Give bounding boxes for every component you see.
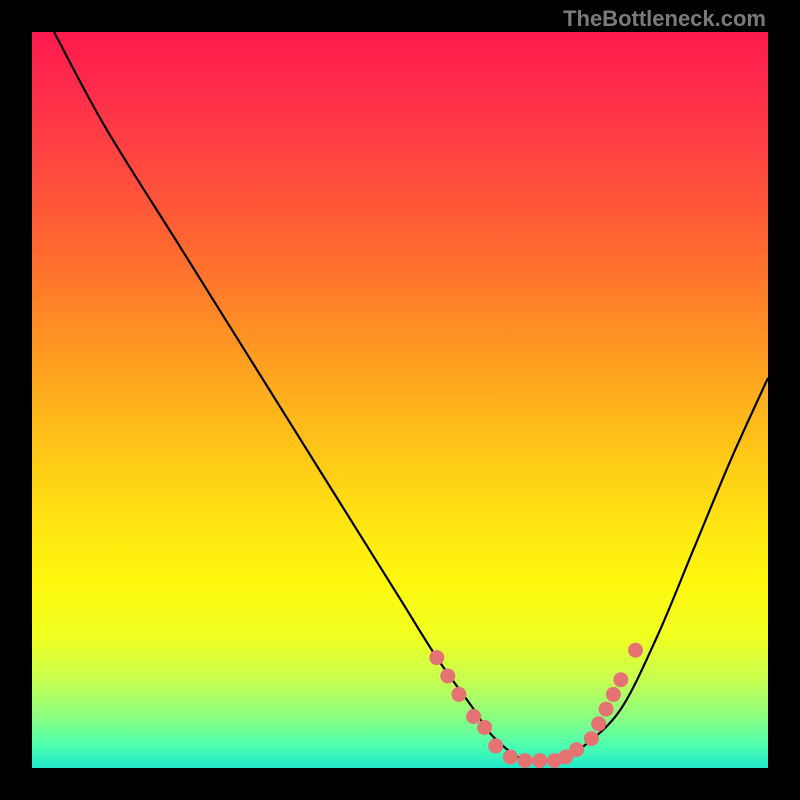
bottleneck-curve [54,32,768,761]
chart-container: TheBottleneck.com [0,0,800,800]
curve-markers [429,643,643,768]
curve-marker [488,738,503,753]
curve-marker [466,709,481,724]
curve-marker [451,687,466,702]
curve-marker [518,753,533,768]
curve-marker [440,669,455,684]
attribution-text: TheBottleneck.com [563,6,766,32]
curve-marker [503,750,518,765]
curve-marker [569,742,584,757]
curve-marker [584,731,599,746]
curve-marker [429,650,444,665]
curve-marker [532,753,547,768]
curve-marker [599,702,614,717]
curve-marker [613,672,628,687]
curve-marker [606,687,621,702]
curve-marker [477,720,492,735]
chart-overlay [32,32,768,768]
curve-marker [591,716,606,731]
curve-marker [628,643,643,658]
